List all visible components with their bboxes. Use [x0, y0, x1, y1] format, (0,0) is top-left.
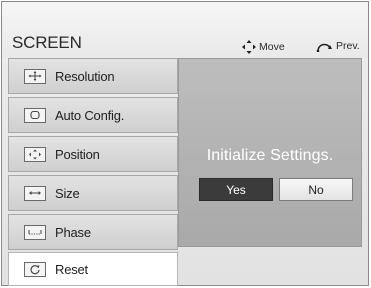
auto-config-icon [24, 107, 46, 123]
menu-item-label: Reset [55, 261, 88, 277]
reset-dialog-panel: Initialize Settings. Yes No [178, 58, 362, 247]
return-icon [316, 43, 332, 52]
menu-item-position[interactable]: Position [8, 136, 178, 172]
position-icon [24, 146, 46, 162]
menu-item-label: Phase [55, 224, 91, 240]
menu-item-auto-config[interactable]: Auto Config. [8, 97, 178, 133]
no-button[interactable]: No [279, 178, 353, 201]
menu-header: SCREEN Move Prev. [2, 2, 368, 58]
menu-title: SCREEN [12, 33, 82, 52]
dialog-message: Initialize Settings. [206, 147, 334, 164]
reset-icon [24, 261, 46, 277]
menu-item-resolution[interactable]: Resolution [8, 58, 178, 94]
size-icon [24, 185, 46, 201]
phase-icon [24, 224, 46, 240]
move-arrows-icon [242, 40, 256, 54]
resolution-icon [24, 68, 46, 84]
menu-item-phase[interactable]: Phase [8, 214, 178, 250]
move-hint: Move [242, 40, 285, 54]
menu-item-label: Position [55, 146, 100, 162]
prev-hint: Prev. [315, 40, 360, 52]
move-hint-label: Move [259, 41, 285, 53]
menu-item-label: Size [55, 185, 80, 201]
menu-item-label: Resolution [55, 68, 115, 84]
menu-item-size[interactable]: Size [8, 175, 178, 211]
prev-hint-label: Prev. [336, 40, 360, 52]
yes-button[interactable]: Yes [199, 178, 273, 201]
menu-item-label: Auto Config. [55, 107, 125, 123]
menu-item-reset[interactable]: Reset [8, 252, 178, 286]
